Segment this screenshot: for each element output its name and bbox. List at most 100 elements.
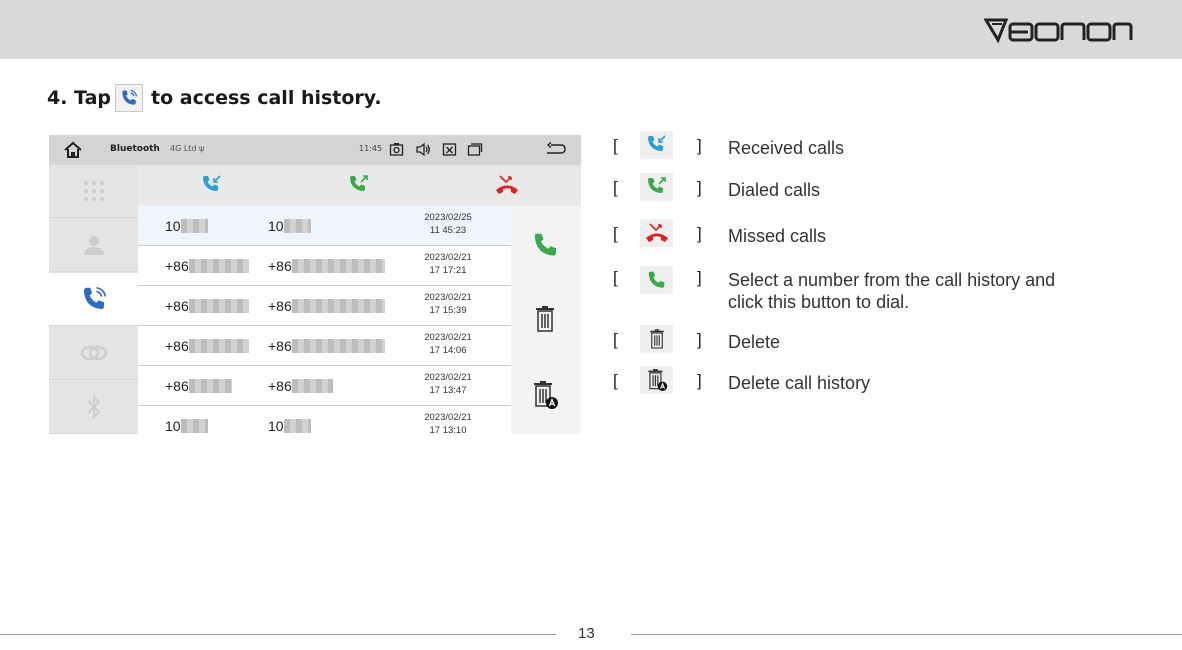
open-bracket: [ bbox=[613, 371, 618, 390]
call-date: 2023/02/21 bbox=[424, 412, 472, 423]
nav-bluetooth-settings[interactable] bbox=[49, 381, 138, 434]
call-time: 17 17:21 bbox=[429, 265, 467, 276]
contact-name: 10 bbox=[165, 418, 181, 434]
blurred-number bbox=[189, 259, 249, 273]
tab-missed-calls[interactable] bbox=[494, 173, 520, 201]
open-bracket: [ bbox=[613, 136, 618, 155]
blurred-number bbox=[189, 379, 232, 393]
legend-delete-all: [ ] Delete call history bbox=[613, 366, 1133, 401]
blurred-number bbox=[292, 379, 333, 393]
call-date: 2023/02/21 bbox=[424, 252, 472, 263]
tab-dialed-calls[interactable] bbox=[347, 173, 371, 201]
contact-name: +86 bbox=[165, 258, 189, 274]
contact-name: +86 bbox=[165, 298, 189, 314]
missed-call-icon bbox=[496, 175, 518, 194]
table-row[interactable]: 10 10 2023/02/21 17 13:10 bbox=[138, 406, 511, 434]
legend-label: Select a number from the call history an… bbox=[728, 269, 1055, 313]
call-time: 17 15:39 bbox=[429, 305, 467, 316]
footer-divider-right bbox=[631, 634, 1182, 635]
contact-name: 10 bbox=[165, 218, 181, 234]
table-row[interactable]: 10 10 2023/02/25 11 45:23 bbox=[138, 206, 511, 246]
legend-delete: [ ] Delete bbox=[613, 325, 1133, 360]
delete-all-button[interactable] bbox=[531, 380, 559, 414]
blurred-number bbox=[181, 419, 208, 433]
legend-label: Dialed calls bbox=[728, 180, 821, 200]
delete-all-icon bbox=[534, 381, 558, 409]
call-date: 2023/02/21 bbox=[424, 332, 472, 343]
status-title: Bluetooth bbox=[110, 144, 160, 154]
table-row[interactable]: +86 +86 2023/02/21 17 15:39 bbox=[138, 286, 511, 326]
close-bracket: ] bbox=[697, 136, 702, 155]
phone-number: +86 bbox=[268, 338, 292, 354]
call-time: 17 13:10 bbox=[429, 425, 467, 434]
blurred-number bbox=[292, 339, 385, 353]
home-icon[interactable] bbox=[63, 141, 83, 162]
status-time: 11:45 bbox=[359, 144, 383, 153]
nav-dialpad[interactable] bbox=[49, 165, 138, 218]
received-call-icon bbox=[640, 131, 673, 159]
legend-label: Delete call history bbox=[728, 373, 871, 393]
dialed-call-icon bbox=[640, 173, 673, 201]
nav-call-log[interactable] bbox=[49, 273, 138, 326]
instruction-heading: 4. Tap to access call history. bbox=[47, 84, 382, 112]
volume-icon[interactable] bbox=[415, 142, 431, 160]
call-timestamp: 2023/02/25 11 45:23 bbox=[408, 211, 488, 237]
table-row[interactable]: +86 +86 2023/02/21 17 13:47 bbox=[138, 366, 511, 406]
phone-number: 10 bbox=[268, 218, 284, 234]
phone-number: 10 bbox=[268, 418, 284, 434]
legend-received: [ ] Received calls bbox=[613, 131, 1133, 166]
open-bracket: [ bbox=[613, 330, 618, 349]
dialpad-icon bbox=[83, 181, 104, 201]
legend-missed: [ ] Missed calls bbox=[613, 219, 1133, 254]
contacts-icon bbox=[83, 236, 104, 255]
nav-contacts[interactable] bbox=[49, 219, 138, 272]
instruction-suffix: to access call history. bbox=[151, 87, 382, 109]
trash-icon bbox=[640, 325, 673, 353]
phone-number: +86 bbox=[268, 258, 292, 274]
multitask-icon[interactable] bbox=[467, 142, 483, 160]
instruction-prefix: 4. Tap bbox=[47, 87, 111, 109]
trash-icon bbox=[536, 306, 554, 332]
status-bar: Bluetooth 4G Ltd ψ 11:45 bbox=[49, 135, 581, 165]
legend-label: Missed calls bbox=[728, 226, 827, 246]
call-log-icon bbox=[83, 286, 106, 309]
legend-label-line1: Select a number from the call history an… bbox=[728, 270, 1056, 290]
back-icon[interactable] bbox=[545, 141, 567, 160]
dial-icon bbox=[640, 266, 673, 294]
call-date: 2023/02/25 bbox=[424, 212, 472, 223]
call-timestamp: 2023/02/21 17 13:10 bbox=[408, 411, 488, 434]
blurred-number bbox=[292, 299, 385, 313]
table-row[interactable]: +86 +86 2023/02/21 17 17:21 bbox=[138, 246, 511, 286]
screenshot-icon[interactable] bbox=[389, 142, 404, 160]
nav-pairing[interactable] bbox=[49, 327, 138, 380]
call-actions bbox=[511, 206, 581, 434]
call-timestamp: 2023/02/21 17 14:06 bbox=[408, 331, 488, 357]
phone-number: +86 bbox=[268, 378, 292, 394]
blurred-number bbox=[189, 339, 249, 353]
delete-button[interactable] bbox=[533, 305, 557, 337]
tab-received-calls[interactable] bbox=[200, 173, 224, 201]
close-bracket: ] bbox=[697, 224, 702, 243]
close-app-icon[interactable] bbox=[442, 142, 457, 160]
blurred-number bbox=[181, 219, 208, 233]
legend-dialed: [ ] Dialed calls bbox=[613, 173, 1133, 208]
legend-label-line2: click this button to dial. bbox=[728, 292, 910, 312]
table-row[interactable]: +86 +86 2023/02/21 17 14:06 bbox=[138, 326, 511, 366]
link-icon bbox=[80, 345, 107, 361]
call-time: 11 45:23 bbox=[429, 225, 467, 236]
footer-divider-left bbox=[0, 634, 556, 635]
dial-button[interactable] bbox=[531, 230, 561, 264]
missed-call-icon bbox=[640, 219, 673, 247]
call-timestamp: 2023/02/21 17 13:47 bbox=[408, 371, 488, 397]
dial-icon bbox=[534, 233, 556, 256]
eonon-logo bbox=[984, 18, 1134, 44]
open-bracket: [ bbox=[613, 178, 618, 197]
open-bracket: [ bbox=[613, 224, 618, 243]
bluetooth-icon bbox=[86, 394, 100, 420]
signal-indicator: 4G Ltd ψ bbox=[170, 144, 205, 153]
bluetooth-side-nav bbox=[49, 165, 138, 434]
device-screenshot: Bluetooth 4G Ltd ψ 11:45 10 10 2023/02/2… bbox=[49, 135, 581, 434]
phone-number: +86 bbox=[268, 298, 292, 314]
call-history-list: 10 10 2023/02/25 11 45:23 +86 +86 2023/02… bbox=[138, 206, 511, 434]
call-time: 17 13:47 bbox=[429, 385, 467, 396]
